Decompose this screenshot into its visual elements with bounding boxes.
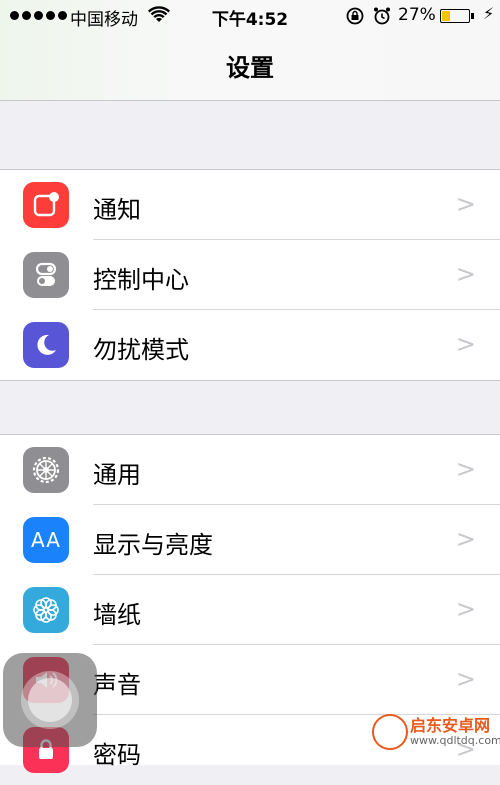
section-spacer — [0, 101, 500, 169]
page-title: 设置 — [226, 54, 274, 82]
row-label: 声音 — [93, 671, 141, 699]
chevron-right-icon: > — [455, 595, 476, 623]
wallpaper-icon — [23, 587, 69, 633]
watermark: 启东安卓网 www.qdltdq.com — [370, 712, 500, 750]
row-label: 墙纸 — [93, 601, 141, 629]
battery-icon — [440, 9, 474, 23]
rotation-lock-icon — [346, 7, 364, 25]
chevron-right-icon: > — [455, 190, 476, 218]
row-label: 勿扰模式 — [93, 336, 189, 364]
watermark-url: www.qdltdq.com — [410, 734, 500, 747]
row-label: 显示与亮度 — [93, 531, 213, 559]
chevron-right-icon: > — [455, 525, 476, 553]
chevron-right-icon: > — [455, 330, 476, 358]
gear-icon — [23, 447, 69, 493]
row-label: 密码 — [93, 741, 141, 769]
moon-icon — [23, 322, 69, 368]
settings-row-wallpaper[interactable]: 墙纸 > — [0, 575, 500, 645]
settings-row-general[interactable]: 通用 > — [0, 435, 500, 505]
chevron-right-icon: > — [455, 260, 476, 288]
chevron-right-icon: > — [455, 455, 476, 483]
assistive-touch-button[interactable] — [3, 653, 97, 747]
alarm-icon — [374, 7, 390, 25]
row-label: 通用 — [93, 461, 141, 489]
battery-percentage: 27% — [398, 5, 436, 25]
control-center-icon — [23, 252, 69, 298]
charging-icon: ⚡ — [483, 4, 495, 23]
status-bar: 中国移动 下午4:52 27% ⚡ — [0, 0, 500, 32]
top-bar: 中国移动 下午4:52 27% ⚡ 设置 — [0, 0, 500, 101]
notifications-icon — [23, 182, 69, 228]
settings-row-display-brightness[interactable]: AA 显示与亮度 > — [0, 505, 500, 575]
icon-text: AA — [31, 528, 61, 552]
row-label: 通知 — [93, 196, 141, 224]
watermark-logo-icon — [372, 714, 408, 750]
settings-group-1: 通知 > 控制中心 > 勿扰模式 > — [0, 169, 500, 381]
section-spacer — [0, 381, 500, 433]
chevron-right-icon: > — [455, 665, 476, 693]
settings-row-control-center[interactable]: 控制中心 > — [0, 240, 500, 310]
display-brightness-icon: AA — [23, 517, 69, 563]
row-label: 控制中心 — [93, 266, 189, 294]
settings-row-notifications[interactable]: 通知 > — [0, 170, 500, 240]
watermark-title: 启东安卓网 — [410, 716, 491, 735]
settings-row-do-not-disturb[interactable]: 勿扰模式 > — [0, 310, 500, 380]
